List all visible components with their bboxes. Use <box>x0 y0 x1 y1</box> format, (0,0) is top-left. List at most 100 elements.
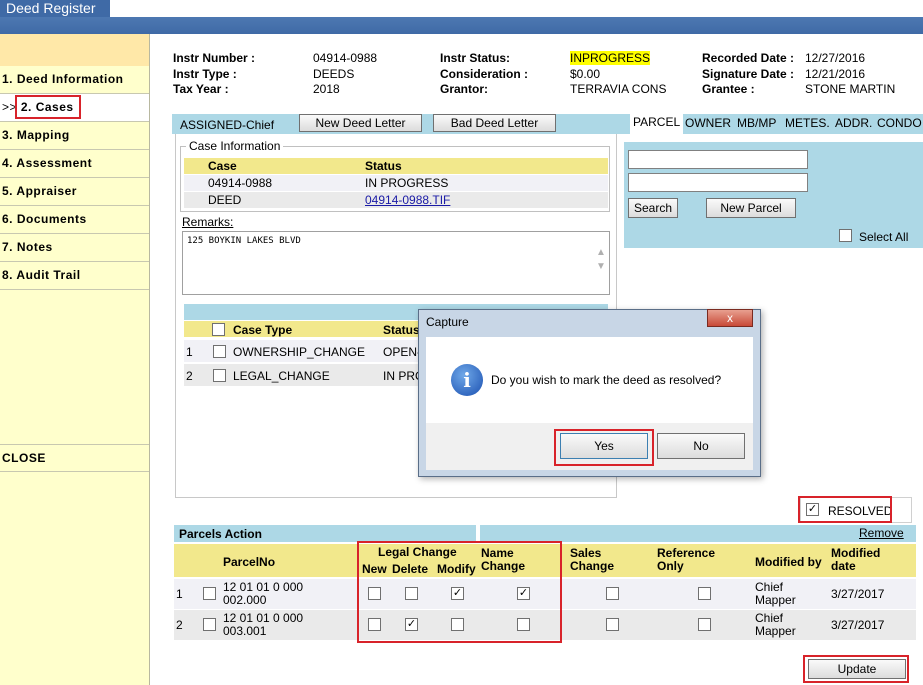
col-status: Status <box>365 159 402 173</box>
instr-number-value: 04914-0988 <box>313 51 378 65</box>
app-title-tab: Deed Register <box>0 0 110 17</box>
nav-label: 1. Deed Information <box>2 72 124 86</box>
bad-deed-letter-button[interactable]: Bad Deed Letter <box>433 114 556 132</box>
recorded-date-value: 12/27/2016 <box>805 51 866 65</box>
nav-notes[interactable]: 7. Notes <box>0 234 149 262</box>
highlight-resolved <box>798 496 892 523</box>
info-icon: i <box>451 364 483 396</box>
instr-number-label: Instr Number : <box>173 51 256 65</box>
reference-only-checkbox[interactable] <box>698 587 711 600</box>
parcels-action-title: Parcels Action <box>179 527 262 541</box>
close-icon: x <box>727 311 733 325</box>
highlight-yes <box>554 429 654 466</box>
tab-mb-mp[interactable]: MB/MP <box>734 115 779 133</box>
parcels-bar-divider <box>476 525 480 542</box>
col-case-type-status: Status <box>383 323 420 337</box>
col-modified-date: Modified date <box>831 546 881 573</box>
select-all-checkbox[interactable] <box>839 229 852 242</box>
remove-link[interactable]: Remove <box>859 526 904 540</box>
col-reference-only: Reference Only <box>657 546 716 573</box>
parcels-action-bar <box>174 525 916 542</box>
nav-label: 6. Documents <box>2 212 87 226</box>
grantee-value: STONE MARTIN <box>805 82 896 96</box>
case-types-select-all-checkbox[interactable] <box>212 323 225 336</box>
row-number: 2 <box>176 618 183 632</box>
tab-underline <box>624 134 923 142</box>
case-type-status: OPEN- <box>383 345 422 359</box>
parcel-search-input-1[interactable] <box>628 150 808 169</box>
case-status: IN PROGRESS <box>365 176 449 190</box>
modified-date: 3/27/2017 <box>831 587 885 601</box>
case-type-checkbox[interactable] <box>213 369 226 382</box>
col-modified-by: Modified by <box>755 555 822 569</box>
case-type-checkbox[interactable] <box>213 345 226 358</box>
grantor-label: Grantor: <box>440 82 488 96</box>
consideration-value: $0.00 <box>570 67 601 81</box>
dialog-title: Capture <box>426 315 469 329</box>
tab-parcel[interactable]: PARCEL <box>630 114 684 134</box>
grantee-label: Grantee : <box>702 82 755 96</box>
row-number: 1 <box>186 345 193 359</box>
col-case-type: Case Type <box>233 323 293 337</box>
case-info-legend: Case Information <box>186 139 284 153</box>
modified-date: 3/27/2017 <box>831 618 885 632</box>
highlight-change-columns <box>357 541 562 643</box>
nav-deed-information[interactable]: 1. Deed Information <box>0 66 149 94</box>
col-parcel-no: ParcelNo <box>223 555 276 569</box>
instr-status-value: INPROGRESS <box>570 51 651 65</box>
deed-image-link[interactable]: 04914-0988.TIF <box>365 193 450 207</box>
signature-date-value: 12/21/2016 <box>805 67 866 81</box>
nav-mapping[interactable]: 3. Mapping <box>0 122 149 150</box>
tab-metes[interactable]: METES. <box>782 115 833 133</box>
modified-by: Chief Mapper <box>755 611 796 638</box>
sidebar: 1. Deed Information >> 2. Cases 3. Mappi… <box>0 34 150 685</box>
nav-label: 8. Audit Trail <box>2 268 81 282</box>
no-button[interactable]: No <box>657 433 745 459</box>
case-type-value: LEGAL_CHANGE <box>233 369 330 383</box>
tab-addr[interactable]: ADDR. <box>832 115 875 133</box>
case-number: 04914-0988 <box>208 176 273 190</box>
case-doc-type: DEED <box>208 193 242 207</box>
parcel-search-input-2[interactable] <box>628 173 808 192</box>
select-all-label: Select All <box>859 230 909 244</box>
remarks-textarea[interactable]: 125 BOYKIN LAKES BLVD <box>182 231 610 295</box>
parcel-row-checkbox[interactable] <box>203 587 216 600</box>
nav-audit-trail[interactable]: 8. Audit Trail <box>0 262 149 290</box>
sales-change-checkbox[interactable] <box>606 587 619 600</box>
nav-label: 5. Appraiser <box>2 184 77 198</box>
dialog-message: Do you wish to mark the deed as resolved… <box>491 373 722 387</box>
nav-appraiser[interactable]: 5. Appraiser <box>0 178 149 206</box>
nav-label: 7. Notes <box>2 240 53 254</box>
modified-by: Chief Mapper <box>755 580 796 607</box>
reference-only-checkbox[interactable] <box>698 618 711 631</box>
search-button[interactable]: Search <box>628 198 678 218</box>
tab-condo[interactable]: CONDO <box>874 115 923 133</box>
new-deed-letter-button[interactable]: New Deed Letter <box>299 114 422 132</box>
new-parcel-button[interactable]: New Parcel <box>706 198 796 218</box>
signature-date-label: Signature Date : <box>702 67 795 81</box>
parcel-number: 12 01 01 0 000 002.000 <box>223 580 304 607</box>
sales-change-checkbox[interactable] <box>606 618 619 631</box>
parcel-row-checkbox[interactable] <box>203 618 216 631</box>
recorded-date-label: Recorded Date : <box>702 51 795 65</box>
col-case: Case <box>208 159 237 173</box>
grantor-value: TERRAVIA CONS <box>570 82 667 96</box>
consideration-label: Consideration : <box>440 67 529 81</box>
top-strip <box>0 0 923 17</box>
remarks-scrollbar[interactable]: ▲ ▼ <box>595 246 607 278</box>
sidebar-header <box>0 34 149 66</box>
tab-owner[interactable]: OWNER <box>682 115 734 133</box>
instr-type-label: Instr Type : <box>173 67 237 81</box>
assigned-label: ASSIGNED-Chief <box>180 118 275 132</box>
tax-year-value: 2018 <box>313 82 340 96</box>
highlight-cases <box>15 95 81 119</box>
nav-label: 4. Assessment <box>2 156 93 170</box>
nav-assessment[interactable]: 4. Assessment <box>0 150 149 178</box>
nav-close[interactable]: CLOSE <box>0 444 149 472</box>
dialog-close-button[interactable]: x <box>707 309 753 327</box>
tax-year-label: Tax Year : <box>173 82 229 96</box>
instr-status-label: Instr Status: <box>440 51 511 65</box>
nav-documents[interactable]: 6. Documents <box>0 206 149 234</box>
row-number: 2 <box>186 369 193 383</box>
remarks-label: Remarks: <box>182 215 234 229</box>
